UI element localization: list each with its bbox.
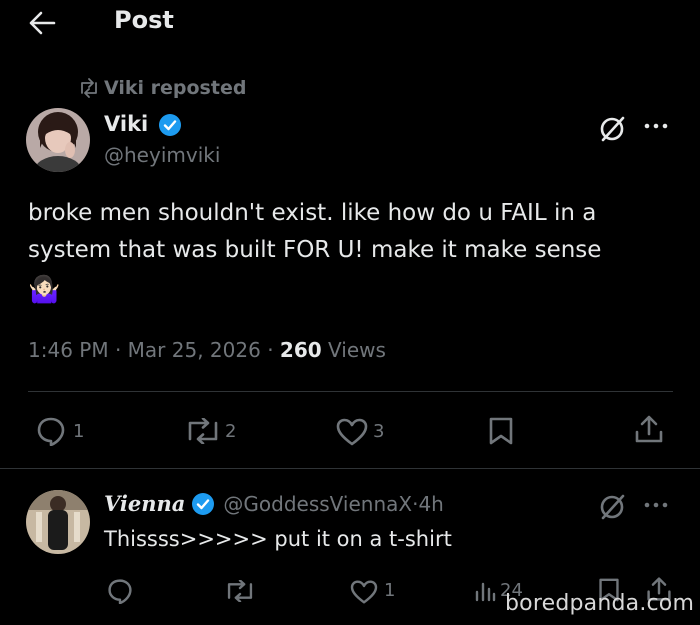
reply-icon[interactable] bbox=[107, 578, 133, 604]
share-icon[interactable] bbox=[634, 414, 664, 444]
views-icon[interactable] bbox=[474, 580, 496, 602]
like-count: 1 bbox=[384, 580, 396, 601]
author-name[interactable]: Viki bbox=[104, 112, 148, 136]
post-meta: 1:46 PM · Mar 25, 2026 · 260 Views bbox=[28, 338, 386, 362]
reply-avatar[interactable] bbox=[26, 490, 90, 554]
reply-text: Thissss>>>>> put it on a t-shirt bbox=[104, 527, 452, 551]
post-text: broke men shouldn't exist. like how do u… bbox=[28, 200, 602, 263]
bookmark-icon[interactable] bbox=[488, 416, 514, 446]
reply-author-name[interactable]: Vienna bbox=[104, 491, 185, 516]
meta-separator: · bbox=[267, 338, 280, 362]
reply-author-handle[interactable]: @GoddessViennaX bbox=[223, 492, 412, 516]
grok-icon[interactable] bbox=[598, 492, 628, 522]
page-title: Post bbox=[114, 6, 174, 34]
author-handle[interactable]: @heyimviki bbox=[104, 143, 220, 167]
back-arrow-icon[interactable] bbox=[28, 10, 56, 36]
reply-icon[interactable] bbox=[36, 416, 66, 446]
reply-header: Vienna @GoddessViennaX · 4h bbox=[104, 491, 444, 516]
divider bbox=[0, 468, 700, 469]
views-count[interactable]: 260 bbox=[280, 338, 322, 362]
verified-badge-icon bbox=[191, 492, 215, 516]
like-icon[interactable] bbox=[336, 418, 368, 446]
reply-count: 1 bbox=[73, 421, 85, 442]
post-date: Mar 25, 2026 bbox=[127, 338, 261, 362]
meta-separator: · bbox=[114, 338, 128, 362]
verified-badge-icon bbox=[158, 113, 182, 137]
repost-action-icon[interactable] bbox=[184, 418, 222, 444]
more-options-icon[interactable] bbox=[644, 123, 668, 129]
reply-age: 4h bbox=[418, 491, 444, 516]
post-time: 1:46 PM bbox=[28, 338, 109, 362]
avatar[interactable] bbox=[26, 108, 90, 172]
more-options-icon[interactable] bbox=[644, 502, 668, 508]
like-icon[interactable] bbox=[350, 580, 378, 604]
repost-count: 2 bbox=[225, 421, 237, 442]
repost-label: Viki reposted bbox=[104, 77, 247, 99]
grok-icon[interactable] bbox=[598, 114, 628, 144]
shrug-emoji: 🤷🏻‍♀️ bbox=[28, 275, 61, 305]
views-label: Views bbox=[328, 338, 386, 362]
repost-icon bbox=[78, 78, 100, 98]
divider bbox=[28, 391, 673, 392]
like-count: 3 bbox=[373, 421, 385, 442]
watermark: boredpanda.com bbox=[505, 591, 695, 616]
repost-action-icon[interactable] bbox=[224, 580, 256, 602]
